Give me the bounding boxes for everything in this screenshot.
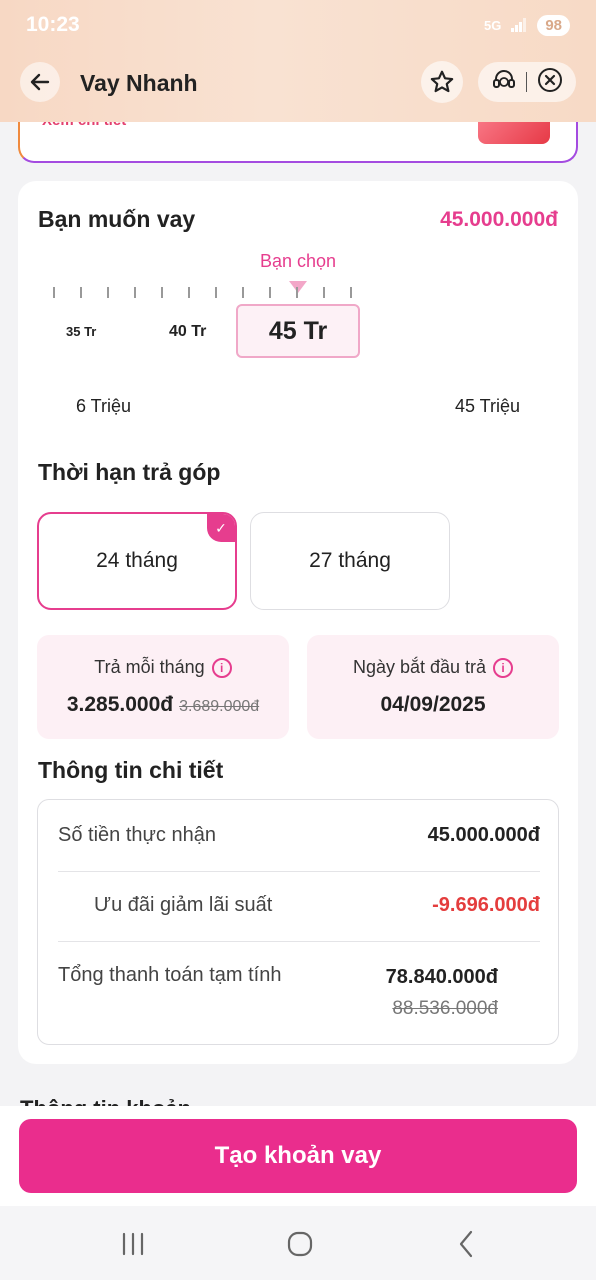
start-date-box: Ngày bắt đầu trả i 04/09/2025 — [307, 635, 559, 739]
monthly-payment-box: Trả mỗi tháng i 3.285.000đ 3.689.000đ — [37, 635, 289, 739]
slider-tick — [323, 287, 325, 298]
page-title: Vay Nhanh — [80, 70, 198, 96]
back-button[interactable] — [20, 62, 60, 102]
term-option-27[interactable]: 27 tháng — [250, 512, 450, 610]
detail-value-total: 78.840.000đ — [385, 966, 498, 988]
slider-tick — [242, 287, 244, 298]
detail-label-total: Tổng thanh toán tạm tính — [58, 964, 282, 986]
signal-icon — [511, 18, 527, 32]
detail-value-total-old: 88.536.000đ — [392, 998, 498, 1019]
check-icon: ✓ — [207, 514, 235, 542]
recents-icon — [122, 1232, 144, 1256]
system-back-button[interactable] — [447, 1226, 487, 1262]
favorite-button[interactable] — [421, 61, 463, 103]
loan-range-min: 6 Triệu — [76, 396, 132, 416]
loan-form-card: Bạn muốn vay 45.000.000đ Bạn chọn 35 Tr … — [18, 181, 578, 1064]
slider-tick — [350, 287, 352, 298]
loan-range-max: 45 Triệu — [454, 396, 520, 416]
slider-tick — [53, 287, 55, 298]
details-table: Số tiền thực nhận 45.000.000đ Ưu đãi giả… — [37, 799, 559, 1045]
slider-selection-hint: Bạn chọn — [259, 251, 337, 271]
start-date-value: 04/09/2025 — [380, 693, 486, 716]
detail-row: Số tiền thực nhận 45.000.000đ — [58, 820, 540, 872]
slider-tick — [188, 287, 190, 298]
slider-tick — [107, 287, 109, 298]
slider-tick — [296, 287, 298, 298]
monthly-payment-title: Trả mỗi tháng — [94, 657, 205, 677]
create-loan-button[interactable]: Tạo khoản vay — [19, 1119, 577, 1193]
system-nav-bar — [0, 1206, 596, 1280]
capsule-divider — [526, 72, 528, 92]
slider-tick — [215, 287, 217, 298]
close-circle-icon — [538, 67, 563, 92]
slider-tick — [134, 287, 136, 298]
detail-value-discount: -9.696.000đ — [432, 894, 540, 916]
loan-amount-value: 45.000.000đ — [440, 208, 558, 231]
slider-option-selected[interactable]: 45 Tr — [236, 304, 360, 358]
headset-icon — [492, 69, 515, 88]
battery-badge: 98 — [537, 14, 570, 36]
home-icon — [287, 1231, 313, 1257]
term-option-label: 27 tháng — [309, 549, 391, 572]
chevron-left-icon — [459, 1230, 473, 1258]
detail-row: Tổng thanh toán tạm tính 78.840.000đ 88.… — [58, 950, 540, 1030]
detail-label-received: Số tiền thực nhận — [58, 824, 216, 846]
loan-amount-label: Bạn muốn vay — [38, 206, 196, 232]
slider-tick — [80, 287, 82, 298]
info-icon[interactable]: i — [211, 657, 232, 678]
network-label: 5G — [483, 17, 502, 33]
arrow-left-icon — [30, 73, 50, 91]
slider-tick — [161, 287, 163, 298]
detail-label-discount: Ưu đãi giảm lãi suất — [94, 894, 273, 916]
support-button[interactable] — [491, 67, 517, 98]
status-time: 10:23 — [26, 13, 80, 36]
star-icon — [430, 70, 454, 93]
mini-app-capsule — [478, 62, 576, 102]
close-button[interactable] — [537, 67, 563, 98]
term-label: Thời hạn trả góp — [38, 459, 221, 485]
home-button[interactable] — [280, 1226, 320, 1262]
app-header: 10:23 5G 98 Vay Nhanh — [0, 0, 596, 122]
details-label: Thông tin chi tiết — [38, 757, 224, 783]
info-icon[interactable]: i — [493, 657, 514, 678]
status-indicators: 5G 98 — [483, 14, 570, 36]
recents-button[interactable] — [113, 1226, 153, 1262]
term-option-label: 24 tháng — [96, 549, 178, 572]
detail-row: Ưu đãi giảm lãi suất -9.696.000đ — [58, 872, 540, 942]
detail-value-received: 45.000.000đ — [427, 824, 540, 846]
monthly-payment-value: 3.285.000đ — [66, 693, 174, 716]
slider-option-40[interactable]: 40 Tr — [169, 323, 206, 341]
slider-option-35[interactable]: 35 Tr — [66, 324, 96, 339]
start-date-title: Ngày bắt đầu trả — [352, 657, 487, 677]
slider-ticks[interactable] — [53, 287, 363, 299]
monthly-payment-old-value: 3.689.000đ — [179, 698, 260, 715]
status-bar: 10:23 5G 98 — [26, 8, 570, 42]
slider-tick — [269, 287, 271, 298]
term-option-24[interactable]: 24 tháng ✓ — [37, 512, 237, 610]
